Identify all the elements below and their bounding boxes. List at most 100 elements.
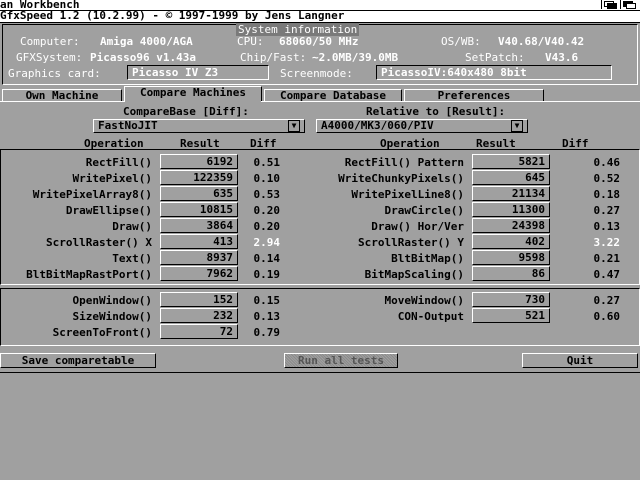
chip-fast-value: ~2.0MB/39.0MB (312, 51, 399, 64)
result-value: 10815 (160, 202, 238, 217)
setpatch-value: V43.6 (545, 51, 579, 64)
diff-value: 0.13 (593, 220, 621, 233)
operation-label: ScrollRaster() Y (358, 236, 464, 249)
result-value: 5821 (472, 154, 550, 169)
window-title-bar[interactable]: GfxSpeed 1.2 (10.2.99) - © 1997-1999 by … (0, 9, 640, 23)
computer-value: Amiga 4000/AGA (100, 35, 193, 48)
diff-value: 0.19 (253, 268, 281, 281)
operation-label: WritePixelLine8() (351, 188, 464, 201)
result-value: 3864 (160, 218, 238, 233)
graphics-card-value: Picasso IV Z3 (127, 65, 269, 80)
operation-label: Text() (112, 252, 152, 265)
operation-label: WriteChunkyPixels() (338, 172, 464, 185)
window-title: GfxSpeed 1.2 (10.2.99) - © 1997-1999 by … (0, 9, 345, 22)
os-value: V40.68/V40.42 (498, 35, 585, 48)
diff-value: 0.51 (253, 156, 281, 169)
relative-to-label: Relative to [Result]: (366, 105, 506, 118)
result-value: 122359 (160, 170, 238, 185)
graphics-card-label: Graphics card: (8, 67, 101, 80)
diff-value: 0.52 (593, 172, 621, 185)
result-value: 9598 (472, 250, 550, 265)
result-value: 232 (160, 308, 238, 323)
result-value: 521 (472, 308, 550, 323)
screenmode-value: PicassoIV:640x480 8bit (376, 65, 612, 80)
diff-value: 0.10 (253, 172, 281, 185)
diff-value: 0.18 (593, 188, 621, 201)
diff-value: 0.21 (593, 252, 621, 265)
operation-label: SizeWindow() (72, 310, 152, 323)
gfx-system-value: Picasso96 v1.43a (90, 51, 196, 64)
operation-label: Draw() Hor/Ver (371, 220, 464, 233)
operation-label: RectFill() Pattern (344, 156, 464, 169)
operation-label: BltBitMap() (391, 252, 464, 265)
result-value: 8937 (160, 250, 238, 265)
result-value: 730 (472, 292, 550, 307)
diff-value: 0.27 (593, 294, 621, 307)
tab-compare-machines[interactable]: Compare Machines (124, 86, 262, 102)
screen-depth-front-icon[interactable] (620, 0, 637, 9)
result-value: 21134 (472, 186, 550, 201)
quit-button[interactable]: Quit (522, 353, 638, 368)
operation-label: RectFill() (85, 156, 152, 169)
diff-value: 0.13 (253, 310, 281, 323)
result-value: 72 (160, 324, 238, 339)
cycle-arrow-icon: ▼ (288, 120, 300, 132)
relative-to-select[interactable]: A4000/MK3/060/PIV ▼ (316, 119, 528, 133)
results-grid-system: OpenWindow() 152 0.15 SizeWindow() 232 0.13 Sc… (0, 292, 640, 344)
operation-label: Draw() (112, 220, 152, 233)
setpatch-label: SetPatch: (465, 51, 525, 64)
diff-value: 0.46 (593, 156, 621, 169)
operation-label: BitMapScaling() (364, 268, 464, 281)
diff-value: 0.47 (593, 268, 621, 281)
compare-base-value: FastNoJIT (98, 119, 158, 132)
result-value: 645 (472, 170, 550, 185)
result-value: 413 (160, 234, 238, 249)
operation-label: BltBitMapRastPort() (26, 268, 152, 281)
os-label: OS/WB: (441, 35, 481, 48)
compare-base-label: CompareBase [Diff]: (123, 105, 249, 118)
operation-label: DrawCircle() (384, 204, 464, 217)
relative-to-value: A4000/MK3/060/PIV (321, 119, 434, 132)
result-value: 24398 (472, 218, 550, 233)
computer-label: Computer: (20, 35, 80, 48)
diff-value: 0.79 (253, 326, 281, 339)
diff-value: 0.60 (593, 310, 621, 323)
chip-fast-label: Chip/Fast: (240, 51, 307, 64)
save-comparetable-button[interactable]: Save comparetable (0, 353, 156, 368)
run-all-tests-button[interactable]: Run all tests (284, 353, 398, 368)
operation-label: OpenWindow() (72, 294, 152, 307)
diff-value: 0.15 (253, 294, 281, 307)
diff-value: 0.20 (253, 204, 281, 217)
result-value: 7962 (160, 266, 238, 281)
diff-value: 3.22 (593, 236, 621, 249)
result-value: 152 (160, 292, 238, 307)
operation-label: WritePixelArray8() (32, 188, 152, 201)
result-value: 86 (472, 266, 550, 281)
result-value: 11300 (472, 202, 550, 217)
cycle-arrow-icon: ▼ (511, 120, 523, 132)
result-value: 6192 (160, 154, 238, 169)
operation-label: CON-Output (397, 310, 464, 323)
result-value: 635 (160, 186, 238, 201)
screen-depth-back-icon[interactable] (601, 0, 618, 9)
diff-value: 0.53 (253, 188, 281, 201)
diff-value: 0.14 (253, 252, 281, 265)
diff-value: 0.27 (593, 204, 621, 217)
operation-label: ScreenToFront() (52, 326, 152, 339)
window-bottom-border (0, 372, 640, 373)
compare-base-select[interactable]: FastNoJIT ▼ (93, 119, 305, 133)
result-value: 402 (472, 234, 550, 249)
tab-baseline-right (261, 101, 640, 102)
diff-value: 0.20 (253, 220, 281, 233)
gfx-system-label: GFXSystem: (16, 51, 83, 64)
operation-label: ScrollRaster() X (46, 236, 152, 249)
operation-label: MoveWindow() (384, 294, 464, 307)
results-grid-graphics: RectFill() 6192 0.51 WritePixel() 122359 0.10… (0, 154, 640, 284)
cpu-label: CPU: (237, 35, 264, 48)
diff-value: 2.94 (253, 236, 281, 249)
screenmode-label: Screenmode: (280, 67, 353, 80)
operation-label: DrawEllipse() (65, 204, 152, 217)
operation-label: WritePixel() (72, 172, 152, 185)
cpu-value: 68060/50 MHz (279, 35, 359, 48)
tab-baseline-left (0, 101, 124, 102)
